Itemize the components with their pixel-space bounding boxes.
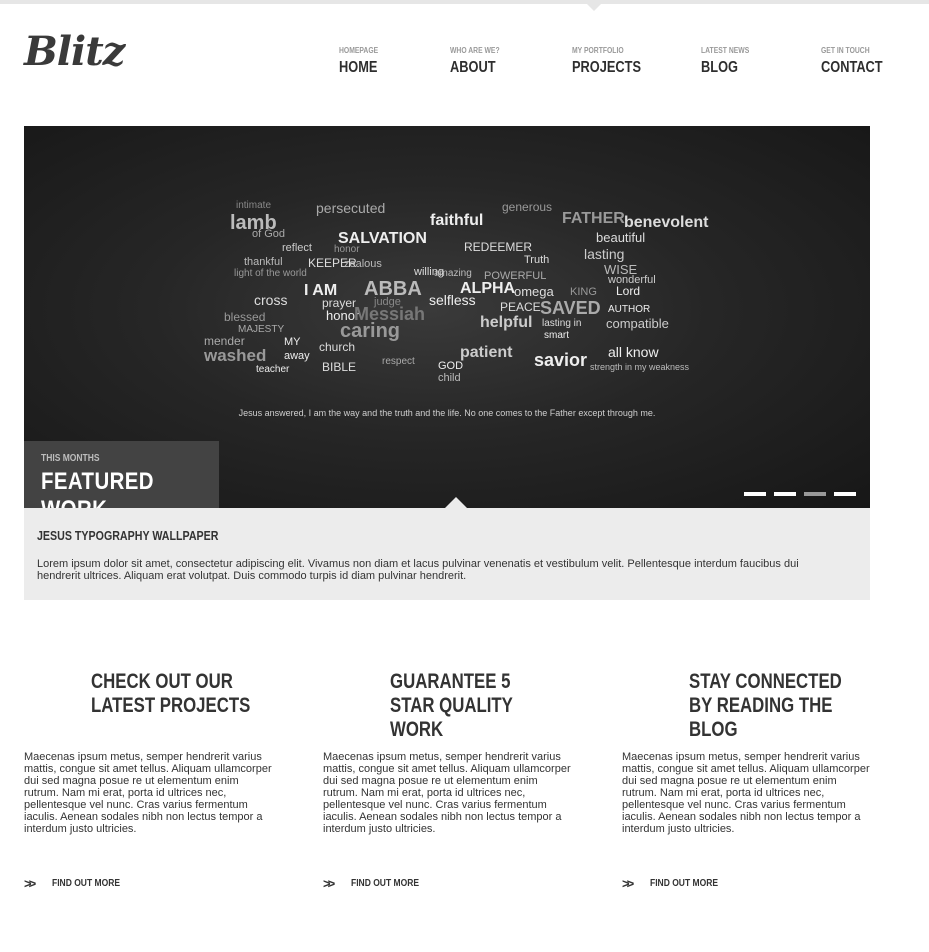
- word-cloud-word: selfless: [429, 292, 476, 308]
- word-cloud-word: blessed: [224, 310, 266, 324]
- slider-pagination: [744, 492, 856, 497]
- word-cloud-word: Lord: [616, 284, 641, 298]
- word-cloud-word: generous: [502, 200, 553, 214]
- double-chevron-right-icon: >>: [622, 876, 634, 891]
- slider-dot-3[interactable]: [804, 492, 826, 496]
- top-bar: [0, 0, 929, 4]
- word-cloud-word: intimate: [236, 200, 272, 211]
- column-text: Maecenas ipsum metus, semper hendrerit v…: [323, 751, 571, 835]
- nav-item-contact[interactable]: GET IN TOUCH CONTACT: [821, 46, 898, 77]
- word-cloud-word: REDEEMER: [464, 240, 533, 254]
- slider-dot-4[interactable]: [834, 492, 856, 496]
- nav-sub-label: WHO ARE WE?: [450, 46, 500, 55]
- nav-main-label: HOME: [339, 59, 378, 76]
- slide-caption: JESUS TYPOGRAPHY WALLPAPER Lorem ipsum d…: [24, 508, 870, 600]
- word-cloud-word: all know: [608, 344, 659, 360]
- find-out-more-link[interactable]: >> FIND OUT MORE: [323, 876, 431, 891]
- nav-main-label: ABOUT: [450, 59, 496, 76]
- featured-kicker: THIS MONTHS: [41, 453, 100, 464]
- column-text: Maecenas ipsum metus, semper hendrerit v…: [24, 751, 272, 835]
- nav-sub-label: HOMEPAGE: [339, 46, 379, 55]
- word-cloud-word: of God: [252, 228, 286, 240]
- word-cloud-word: zealous: [344, 258, 382, 270]
- word-cloud-word: FATHER: [562, 210, 625, 227]
- slider-dot-2[interactable]: [774, 492, 796, 496]
- nav-main-label: PROJECTS: [572, 59, 641, 76]
- find-out-more-link[interactable]: >> FIND OUT MORE: [24, 876, 132, 891]
- slide-quote: Jesus answered, I am the way and the tru…: [238, 408, 656, 418]
- word-cloud-word: amazing: [434, 268, 472, 279]
- nav-item-home[interactable]: HOMEPAGE HOME: [339, 46, 387, 77]
- column-title: STAY CONNECTED BY READING THE BLOG: [689, 670, 842, 741]
- link-label: FIND OUT MORE: [351, 878, 419, 889]
- word-cloud-word: compatible: [606, 316, 669, 331]
- top-bar-notch: [587, 4, 601, 11]
- caption-pointer: [445, 497, 467, 508]
- word-cloud-word: patient: [460, 344, 513, 361]
- word-cloud-word: omega: [514, 284, 554, 299]
- nav-sub-label: GET IN TOUCH: [821, 46, 870, 55]
- word-cloud-word: MY: [284, 336, 301, 348]
- nav-main-label: CONTACT: [821, 59, 883, 76]
- word-cloud-artwork: intimate persecuted generous lamb faithful FA…: [184, 200, 724, 384]
- word-cloud-word: beautiful: [596, 230, 646, 245]
- word-cloud-word: teacher: [256, 364, 290, 375]
- word-cloud-word: PEACE: [500, 300, 541, 314]
- nav-sub-label: LATEST NEWS: [701, 46, 750, 55]
- word-cloud-word: SAVED: [540, 298, 601, 318]
- column-title: GUARANTEE 5 STAR QUALITY WORK: [390, 670, 513, 741]
- caption-text: Lorem ipsum dolor sit amet, consectetur …: [37, 558, 799, 582]
- link-label: FIND OUT MORE: [650, 878, 718, 889]
- featured-work-box: THIS MONTHS FEATURED WORK: [24, 441, 219, 508]
- word-cloud-word: cross: [254, 292, 288, 308]
- caption-title: JESUS TYPOGRAPHY WALLPAPER: [37, 528, 219, 543]
- word-cloud-word: away: [284, 350, 310, 362]
- word-cloud-word: smart: [544, 330, 569, 341]
- word-cloud-word: helpful: [480, 314, 533, 331]
- word-cloud-word: child: [438, 372, 461, 384]
- nav-item-blog[interactable]: LATEST NEWS BLOG: [701, 46, 758, 77]
- column-title: CHECK OUT OUR LATEST PROJECTS: [91, 670, 251, 717]
- nav-main-label: BLOG: [701, 59, 738, 76]
- double-chevron-right-icon: >>: [323, 876, 335, 891]
- word-cloud-word: savior: [534, 350, 588, 370]
- word-cloud-word: BIBLE: [322, 360, 357, 374]
- word-cloud-word: persecuted: [316, 200, 386, 216]
- word-cloud-word: respect: [382, 356, 415, 367]
- nav-sub-label: MY PORTFOLIO: [572, 46, 624, 55]
- slider-dot-1[interactable]: [744, 492, 766, 496]
- nav-item-about[interactable]: WHO ARE WE? ABOUT: [450, 46, 508, 77]
- word-cloud-word: thankful: [244, 256, 283, 268]
- column-text: Maecenas ipsum metus, semper hendrerit v…: [622, 751, 870, 835]
- word-cloud-word: benevolent: [624, 214, 709, 231]
- word-cloud-word: lasting in: [542, 318, 582, 329]
- word-cloud-word: KING: [570, 286, 597, 298]
- word-cloud-word: Truth: [524, 254, 550, 266]
- word-cloud-word: washed: [204, 346, 267, 365]
- featured-slider[interactable]: intimate persecuted generous lamb faithful FA…: [24, 126, 870, 508]
- word-cloud-word: honor: [334, 244, 360, 255]
- featured-title: FEATURED WORK: [41, 468, 154, 508]
- word-cloud-word: reflect: [282, 242, 312, 254]
- find-out-more-link[interactable]: >> FIND OUT MORE: [622, 876, 730, 891]
- word-cloud-word: faithful: [430, 212, 484, 229]
- word-cloud-word: lasting: [584, 246, 625, 262]
- link-label: FIND OUT MORE: [52, 878, 120, 889]
- word-cloud-word: GOD: [438, 360, 464, 372]
- word-cloud-word: AUTHOR: [608, 304, 651, 315]
- word-cloud-word: church: [319, 340, 356, 354]
- nav-item-projects[interactable]: MY PORTFOLIO PROJECTS: [572, 46, 658, 77]
- word-cloud-word: strength in my weakness: [590, 362, 690, 372]
- word-cloud-word: caring: [340, 320, 401, 342]
- word-cloud-word: light of the world: [234, 268, 307, 279]
- double-chevron-right-icon: >>: [24, 876, 36, 891]
- main-nav: HOMEPAGE HOME WHO ARE WE? ABOUT MY PORTF…: [0, 46, 929, 86]
